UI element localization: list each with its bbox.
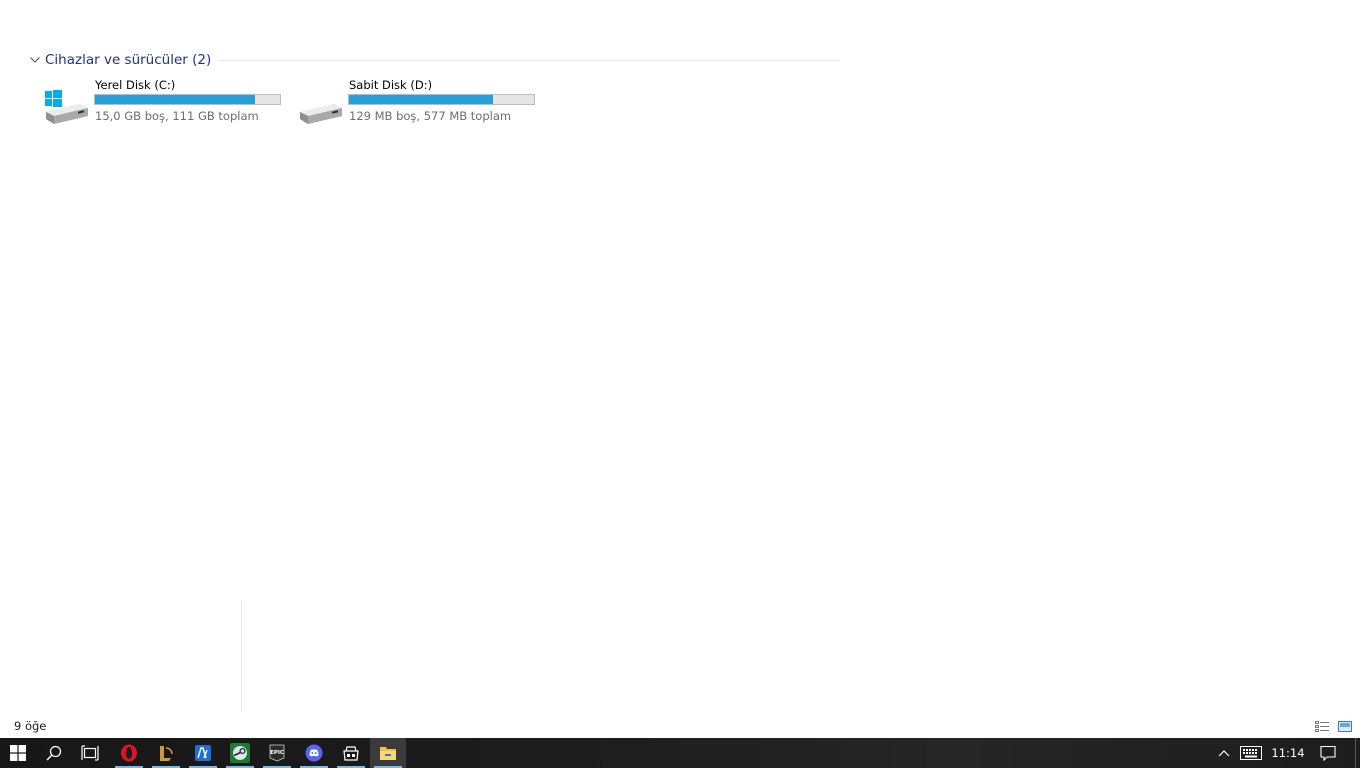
hard-drive-icon [298, 88, 344, 126]
drive-info: 15,0 GB boş, 111 GB toplam [95, 109, 259, 123]
group-title: Cihazlar ve sürücüler (2) [45, 52, 212, 68]
store-icon [343, 746, 359, 761]
taskbar-app-league[interactable] [148, 738, 184, 768]
discord-icon [305, 744, 323, 762]
windows-start-icon [10, 745, 26, 761]
drive-name: Yerel Disk (C:) [95, 78, 176, 92]
drive-usage-fill [95, 95, 256, 104]
taskbar-app-epic[interactable]: EPIC [259, 738, 295, 768]
show-desktop-button[interactable] [1355, 738, 1356, 768]
details-view-button[interactable] [1314, 718, 1330, 732]
details-view-icon [1315, 721, 1329, 732]
taskbar-app-store[interactable] [333, 738, 369, 768]
drive-usage-fill [349, 95, 493, 104]
drive-usage-bar [348, 94, 535, 105]
status-item-count: 9 öğe [14, 719, 47, 733]
keyboard-icon [1240, 746, 1262, 760]
taskbar: EPIC 11:14 [0, 738, 1360, 768]
svg-text:EPIC: EPIC [270, 750, 284, 756]
taskbar-app-opera[interactable] [111, 738, 147, 768]
pane-splitter[interactable] [241, 600, 242, 712]
drive-item-c[interactable]: Yerel Disk (C:) 15,0 GB boş, 111 GB topl… [44, 76, 294, 126]
search-button[interactable] [36, 738, 72, 768]
epic-games-icon: EPIC [269, 744, 285, 762]
task-view-button[interactable] [72, 738, 108, 768]
group-divider [219, 59, 840, 61]
show-hidden-icons-button[interactable] [1214, 738, 1234, 768]
touch-keyboard-button[interactable] [1238, 738, 1264, 768]
drive-item-d[interactable]: Sabit Disk (D:) 129 MB boş, 577 MB topla… [298, 76, 548, 126]
app-icon-blue [195, 745, 211, 761]
chevron-down-icon[interactable] [28, 53, 42, 67]
steam-icon [230, 743, 250, 763]
large-icons-view-icon [1338, 721, 1352, 732]
drive-info: 129 MB boş, 577 MB toplam [349, 109, 512, 123]
task-view-icon [81, 745, 99, 761]
notification-icon [1320, 745, 1336, 761]
file-explorer-content: Cihazlar ve sürücüler (2) Yerel Disk (C:… [0, 0, 1360, 738]
taskbar-app-file-explorer[interactable] [370, 738, 406, 768]
search-icon [46, 745, 62, 761]
taskbar-app-blue[interactable] [185, 738, 221, 768]
drive-name: Sabit Disk (D:) [349, 78, 433, 92]
opera-icon [121, 744, 137, 762]
taskbar-app-discord[interactable] [296, 738, 332, 768]
start-button[interactable] [0, 738, 36, 768]
file-explorer-icon [380, 747, 396, 760]
action-center-button[interactable] [1316, 738, 1340, 768]
group-header-devices[interactable]: Cihazlar ve sürücüler (2) [28, 50, 840, 70]
league-of-legends-icon [160, 746, 173, 761]
chevron-up-icon [1218, 750, 1230, 757]
large-icons-view-button[interactable] [1337, 718, 1353, 732]
taskbar-clock[interactable]: 11:14 [1268, 738, 1308, 768]
windows-drive-icon [44, 88, 90, 126]
drive-usage-bar [94, 94, 281, 105]
taskbar-app-steam[interactable] [222, 738, 258, 768]
